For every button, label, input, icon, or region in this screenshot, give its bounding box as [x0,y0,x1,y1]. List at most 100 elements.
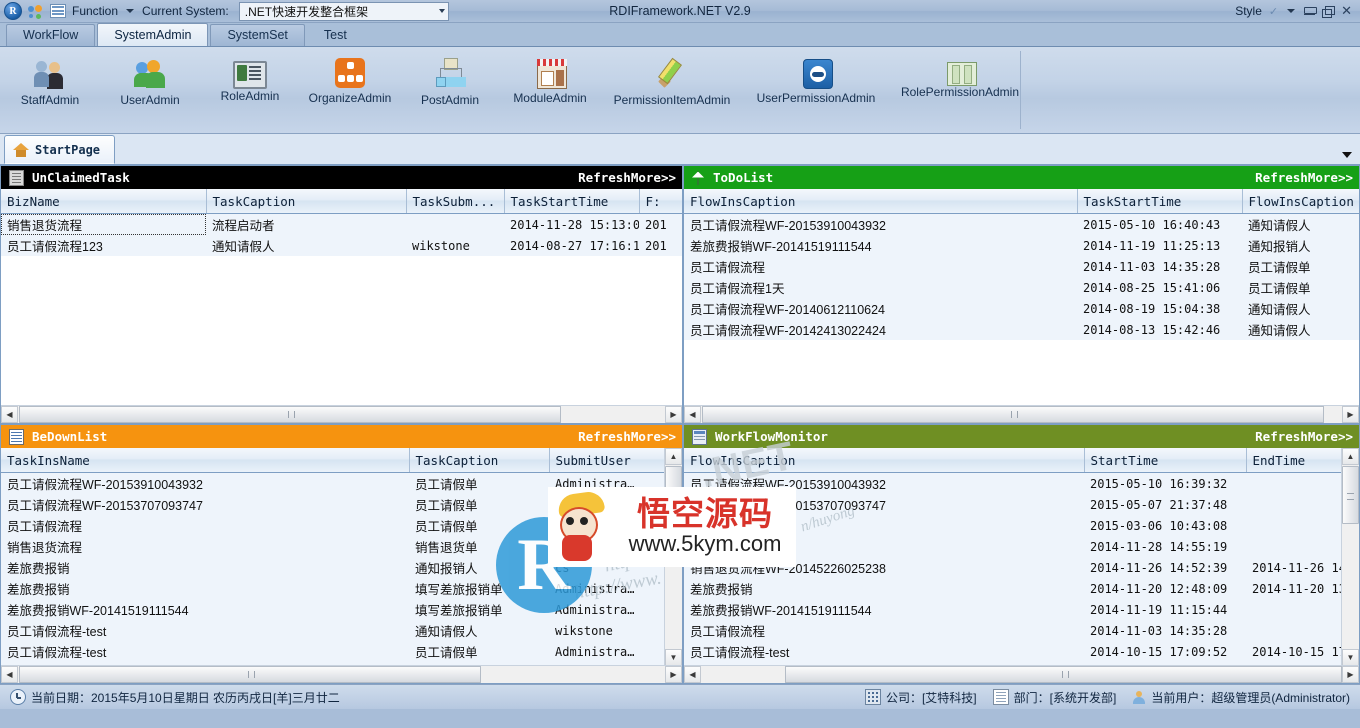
table-row[interactable]: 员工请假流程WF-20153910043932员工请假单Administra… [1,473,665,495]
vertical-scrollbar[interactable]: ▲ ▼ [664,448,682,666]
table-row[interactable]: 员工请假流程1天 2014-08-25 15:41:06 员工请假单 [684,277,1360,298]
chevron-down-icon[interactable] [1287,9,1295,13]
horizontal-scrollbar[interactable]: ◀ ▶ [684,665,1359,683]
cell-flowinscaption[interactable]: 员工请假流程1天 [684,683,1084,684]
tab-test[interactable]: Test [307,24,364,46]
table-row[interactable]: 员工请假流程WF-20142413022424 2014-08-13 15:42… [684,319,1360,340]
column-header[interactable]: FlowInsCaption [684,189,1077,214]
ribbon-item-userpermissionadmin[interactable]: UserPermissionAdmin [744,51,888,105]
table-row[interactable]: 员工请假流程-test2014-10-15 17:09:522014-10-15… [684,641,1342,662]
table-row[interactable]: 销售退货流程销售退货单Administra… [1,536,665,557]
column-header[interactable]: F: [639,189,683,214]
table-row[interactable]: 员工请假流程员工请假单Administra… [1,515,665,536]
scrollbar-thumb[interactable] [19,406,561,423]
cell-flowinscaption[interactable]: 员工请假流程 [684,256,1077,277]
refresh-more-link[interactable]: RefreshMore>> [578,170,676,185]
cell-flowinscaption[interactable]: 差旅费报销 [684,578,1084,599]
cell-taskinsname[interactable]: 差旅费报销WF-20141519111544 [1,599,409,620]
page-tab-startpage[interactable]: StartPage [4,135,115,164]
cell-taskinsname[interactable]: 员工请假流程WF-20153910043932 [1,473,409,495]
column-header[interactable]: TaskSubm... [406,189,504,214]
table-row[interactable]: 员工请假流程2014-11-03 14:35:28 [684,620,1342,641]
cell-taskinsname[interactable]: 员工请假流程WF-20153707093747 [1,494,409,515]
scroll-up-arrow[interactable]: ▲ [1342,448,1359,465]
cell-flowinscaption[interactable]: 销售退货流程 [684,536,1084,557]
table-row[interactable]: 员工请假流程 2014-11-03 14:35:28 员工请假单 [684,256,1360,277]
cell-flowinscaption[interactable]: 员工请假流程WF-20153910043932 [684,473,1084,495]
scroll-right-arrow[interactable]: ▶ [665,666,682,683]
page-tab-dropdown-icon[interactable] [1342,152,1352,158]
horizontal-scrollbar[interactable]: ◀ ▶ [684,405,1359,423]
cell-flowinscaption[interactable]: 员工请假流程WF-20153910043932 [684,214,1077,236]
tab-systemset[interactable]: SystemSet [210,24,304,46]
table-row[interactable]: 员工请假流程WF-201539100439322015-05-10 16:39:… [684,473,1342,495]
list-icon[interactable] [50,4,66,18]
cell-taskinsname[interactable]: 员工请假流程WF-20142027112015 [1,683,409,684]
grid-bedown[interactable]: TaskInsName TaskCaption SubmitUser 员工请假流… [1,448,665,666]
table-row[interactable]: 员工请假流程1天2014-08-25 15:41:062014-08-25 15 [684,683,1342,684]
table-row[interactable]: 差旅费报销WF-20141519111544 2014-11-19 11:25:… [684,235,1360,256]
tab-systemadmin[interactable]: SystemAdmin [97,23,208,46]
cell-flowinscaption[interactable]: 员工请假流程 [684,620,1084,641]
table-row[interactable]: 员工请假流程WF-201537070937472015-05-07 21:37:… [684,494,1342,515]
scrollbar-thumb[interactable] [1342,466,1359,524]
scrollbar-thumb[interactable] [702,406,1324,423]
column-header[interactable]: TaskCaption [206,189,406,214]
ribbon-item-postadmin[interactable]: PostAdmin [400,51,500,107]
users-icon[interactable] [28,4,44,18]
scroll-right-arrow[interactable]: ▶ [1342,406,1359,423]
grid-todo[interactable]: FlowInsCaption TaskStartTime FlowInsCapt… [684,189,1359,423]
table-row[interactable]: 销售退货流程2014-11-28 14:55:19 [684,536,1342,557]
app-logo-icon[interactable]: R [4,2,22,20]
scroll-left-arrow[interactable]: ◀ [684,666,701,683]
ribbon-item-staffadmin[interactable]: StaffAdmin [0,51,100,107]
tab-workflow[interactable]: WorkFlow [6,24,95,46]
ribbon-item-rolepermissionadmin[interactable]: RolePermissionAdmin [888,51,1032,99]
cell-flowinscaption[interactable]: 员工请假流程WF-20142413022424 [684,319,1077,340]
cell-taskinsname[interactable]: 销售退货流程 [1,536,409,557]
cell-bizname[interactable]: 销售退货流程 [1,214,206,236]
column-header[interactable]: FlowInsCaption [1242,189,1360,214]
refresh-more-link[interactable]: RefreshMore>> [1255,170,1353,185]
cell-taskinsname[interactable]: 员工请假流程 [1,515,409,536]
scroll-left-arrow[interactable]: ◀ [684,406,701,423]
table-row[interactable]: 员工请假流程WF-20142027112015通知请假人c [1,683,665,684]
cell-flowinscaption[interactable]: 员工请假流程WF-20140612110624 [684,298,1077,319]
scroll-left-arrow[interactable]: ◀ [1,406,18,423]
table-row[interactable]: 差旅费报销WF-20141519111544填写差旅报销单Administra… [1,599,665,620]
cell-flowinscaption[interactable]: 员工请假流程WF-20153707093747 [684,494,1084,515]
vertical-scrollbar[interactable]: ▲ ▼ [1341,448,1359,666]
table-row[interactable]: 员工请假流程-test员工请假单Administra… [1,641,665,662]
cell-taskinsname[interactable]: 员工请假流程-test [1,620,409,641]
cell-taskinsname[interactable]: 差旅费报销 [1,557,409,578]
cell-flowinscaption[interactable]: 销售退货流程WF-20145226025238 [684,557,1084,578]
column-header[interactable]: TaskCaption [409,448,549,473]
refresh-more-link[interactable]: RefreshMore>> [1255,429,1353,444]
cell-taskinsname[interactable]: 差旅费报销 [1,578,409,599]
column-header[interactable]: TaskStartTime [1077,189,1242,214]
cell-flowinscaption[interactable]: 员工请假流程1天 [684,277,1077,298]
scrollbar-thumb[interactable] [785,666,1342,683]
table-row[interactable]: 员工请假流程123 通知请假人 wikstone 2014-08-27 17:1… [1,235,683,256]
minimize-icon[interactable] [1304,8,1315,15]
column-header[interactable]: StartTime [1084,448,1246,473]
grid-monitor[interactable]: FlowInsCaption StartTime EndTime 员工请假流程W… [684,448,1342,666]
cell-flowinscaption[interactable]: 差旅费报销WF-20141519111544 [684,599,1084,620]
scroll-right-arrow[interactable]: ▶ [665,406,682,423]
horizontal-scrollbar[interactable]: ◀ ▶ [1,665,682,683]
scrollbar-thumb[interactable] [19,666,481,683]
scrollbar-thumb[interactable] [665,466,682,524]
close-icon[interactable]: ✕ [1341,3,1352,19]
ribbon-item-useradmin[interactable]: UserAdmin [100,51,200,107]
column-header[interactable]: EndTime [1246,448,1342,473]
table-row[interactable]: 差旅费报销填写差旅报销单Administra… [1,578,665,599]
table-row[interactable]: 员工请假流程WF-20140612110624 2014-08-19 15:04… [684,298,1360,319]
scroll-down-arrow[interactable]: ▼ [1342,649,1359,666]
table-row[interactable]: 员工请假流程WF-20153707093747员工请假单Administra… [1,494,665,515]
ribbon-item-permissionitemadmin[interactable]: PermissionItemAdmin [600,51,744,107]
table-row[interactable]: 销售退货流程WF-201452260252382014-11-26 14:52:… [684,557,1342,578]
cell-flowinscaption[interactable]: 员工请假流程-test [684,641,1084,662]
table-row[interactable]: 差旅费报销2014-11-20 12:48:092014-11-20 13 [684,578,1342,599]
column-header[interactable]: FlowInsCaption [684,448,1084,473]
grid-unclaimed[interactable]: BizName TaskCaption TaskSubm... TaskStar… [1,189,682,423]
